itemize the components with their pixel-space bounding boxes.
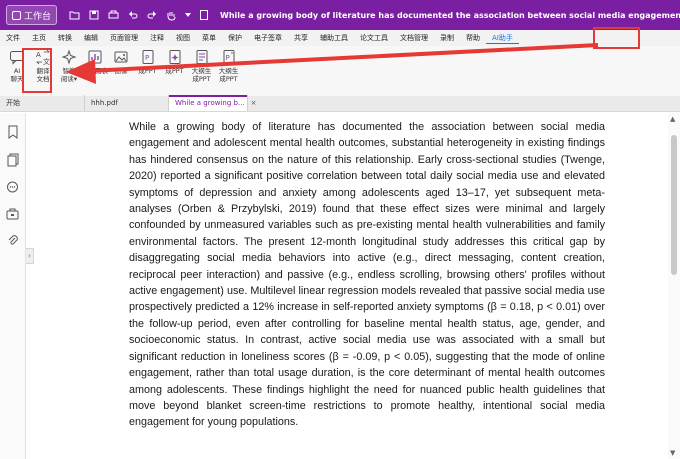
comment-icon[interactable] [6,181,19,194]
document-paragraph: While a growing body of literature has d… [129,121,605,429]
pages-icon[interactable] [7,153,19,167]
vertical-scrollbar[interactable]: ▲ ▼ [668,113,680,459]
collapse-panel-button[interactable]: › [26,248,34,264]
left-side-panel [0,113,26,459]
scroll-thumb[interactable] [671,135,677,275]
annotation-arrow [66,43,599,84]
attachment-icon[interactable] [7,234,19,248]
toolbox-icon[interactable] [6,208,19,220]
scroll-down-icon[interactable]: ▼ [670,449,675,457]
thumbnail-icon[interactable] [7,125,19,139]
document-page: While a growing body of literature has d… [35,113,667,459]
